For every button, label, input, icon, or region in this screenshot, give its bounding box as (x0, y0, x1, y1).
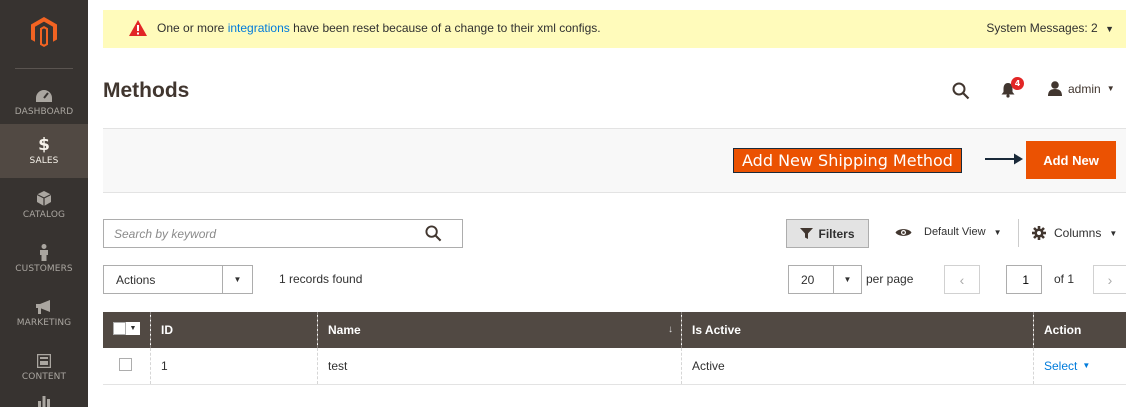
caret-down-icon: ▼ (222, 266, 252, 293)
cell-id: 1 (150, 348, 318, 385)
user-icon (1048, 81, 1062, 96)
mass-select-header: ▼ (103, 312, 151, 348)
column-header-name[interactable]: Name ↓ (317, 312, 682, 348)
magento-logo[interactable] (0, 0, 88, 64)
default-view-dropdown[interactable]: Default View ▼ (895, 226, 1001, 238)
sidebar-item-catalog[interactable]: CATALOG (0, 178, 88, 232)
caret-down-icon: ▼ (1106, 84, 1115, 93)
chevron-left-icon: ‹ (959, 271, 965, 288)
eye-icon (895, 228, 912, 236)
box-icon (37, 191, 51, 207)
warning-icon (129, 20, 147, 39)
sort-arrow-icon: ↓ (668, 324, 673, 335)
row-checkbox[interactable] (119, 357, 132, 371)
filters-button[interactable]: Filters (786, 219, 869, 248)
sidebar-item-label: SALES (29, 155, 59, 166)
column-header-action: Action (1033, 312, 1126, 348)
logo-divider (15, 68, 73, 69)
keyword-search (103, 219, 463, 248)
integrations-link[interactable]: integrations (228, 21, 290, 35)
admin-sidebar: DASHBOARD $ SALES CATALOG CUSTOMERS MARK… (0, 0, 88, 407)
columns-dropdown[interactable]: Columns ▼ (1032, 226, 1117, 240)
caret-down-icon: ▼ (993, 227, 1002, 237)
toolbar-divider (1018, 219, 1019, 247)
column-header-is-active[interactable]: Is Active (681, 312, 1034, 348)
bar-chart-icon (38, 392, 50, 407)
sidebar-item-content[interactable]: CONTENT (0, 340, 88, 394)
sidebar-item-label: CUSTOMERS (15, 263, 73, 274)
next-page-button[interactable]: › (1093, 265, 1126, 294)
caret-down-icon: ▼ (126, 322, 140, 335)
shipping-methods-grid: ▼ ID Name ↓ Is Active Action 1 test Activ… (103, 312, 1126, 385)
cell-is-active: Active (681, 348, 1034, 385)
page-actions-bar (103, 128, 1126, 193)
caret-down-icon: ▼ (1109, 228, 1118, 238)
system-message-bar: One or more integrations have been reset… (103, 10, 1126, 48)
sidebar-item-label: DASHBOARD (14, 106, 74, 117)
page-number-input[interactable] (1006, 265, 1042, 294)
table-row[interactable]: 1 test Active Select ▼ (103, 348, 1126, 385)
dollar-icon: $ (38, 134, 50, 155)
mass-select-checkbox[interactable]: ▼ (113, 322, 140, 335)
add-new-button[interactable]: Add New (1026, 141, 1116, 179)
sidebar-item-customers[interactable]: CUSTOMERS (0, 232, 88, 286)
caret-down-icon: ▼ (1082, 361, 1091, 371)
add-new-shipping-method-callout: Add New Shipping Method (733, 148, 962, 173)
admin-user-menu[interactable]: admin ▼ (1048, 81, 1115, 96)
search-input[interactable] (104, 220, 404, 247)
previous-page-button[interactable]: ‹ (944, 265, 980, 294)
sidebar-item-reports[interactable] (0, 392, 88, 407)
sidebar-item-label: MARKETING (16, 317, 72, 328)
column-header-id[interactable]: ID (150, 312, 318, 348)
per-page-select[interactable]: 20 ▼ (788, 265, 862, 294)
caret-down-icon: ▼ (1105, 24, 1114, 34)
sidebar-item-label: CATALOG (22, 209, 66, 220)
notification-count-badge: 4 (1011, 77, 1024, 90)
mass-actions-select[interactable]: Actions ▼ (103, 265, 253, 294)
sidebar-item-dashboard[interactable]: DASHBOARD (0, 75, 88, 129)
per-page-label: per page (866, 272, 914, 286)
page-title: Methods (103, 79, 190, 102)
page-total: of 1 (1054, 272, 1075, 286)
sidebar-item-marketing[interactable]: MARKETING (0, 286, 88, 340)
cell-action: Select ▼ (1033, 348, 1126, 385)
system-message-text: One or more integrations have been reset… (157, 21, 601, 35)
global-search-icon[interactable] (952, 82, 970, 103)
system-messages-toggle[interactable]: System Messages: 2 ▼ (986, 21, 1114, 35)
row-select-action[interactable]: Select ▼ (1044, 359, 1090, 373)
layout-icon (37, 353, 51, 369)
checkbox-icon (113, 322, 126, 335)
search-icon[interactable] (425, 225, 442, 245)
cell-name: test (317, 348, 682, 385)
sidebar-item-label: CONTENT (21, 371, 67, 382)
admin-username: admin (1068, 81, 1101, 96)
dashboard-icon (36, 88, 52, 104)
gear-icon (1032, 226, 1046, 240)
megaphone-icon (36, 299, 52, 315)
sidebar-item-sales[interactable]: $ SALES (0, 124, 88, 178)
row-select-cell (103, 348, 151, 385)
funnel-icon (800, 228, 814, 239)
caret-down-icon: ▼ (833, 266, 861, 293)
records-found-count: 1 records found (279, 272, 363, 286)
person-icon (39, 244, 49, 261)
callout-arrow-icon (984, 152, 1024, 169)
chevron-right-icon: › (1107, 271, 1113, 288)
magento-logo-icon (31, 17, 57, 47)
